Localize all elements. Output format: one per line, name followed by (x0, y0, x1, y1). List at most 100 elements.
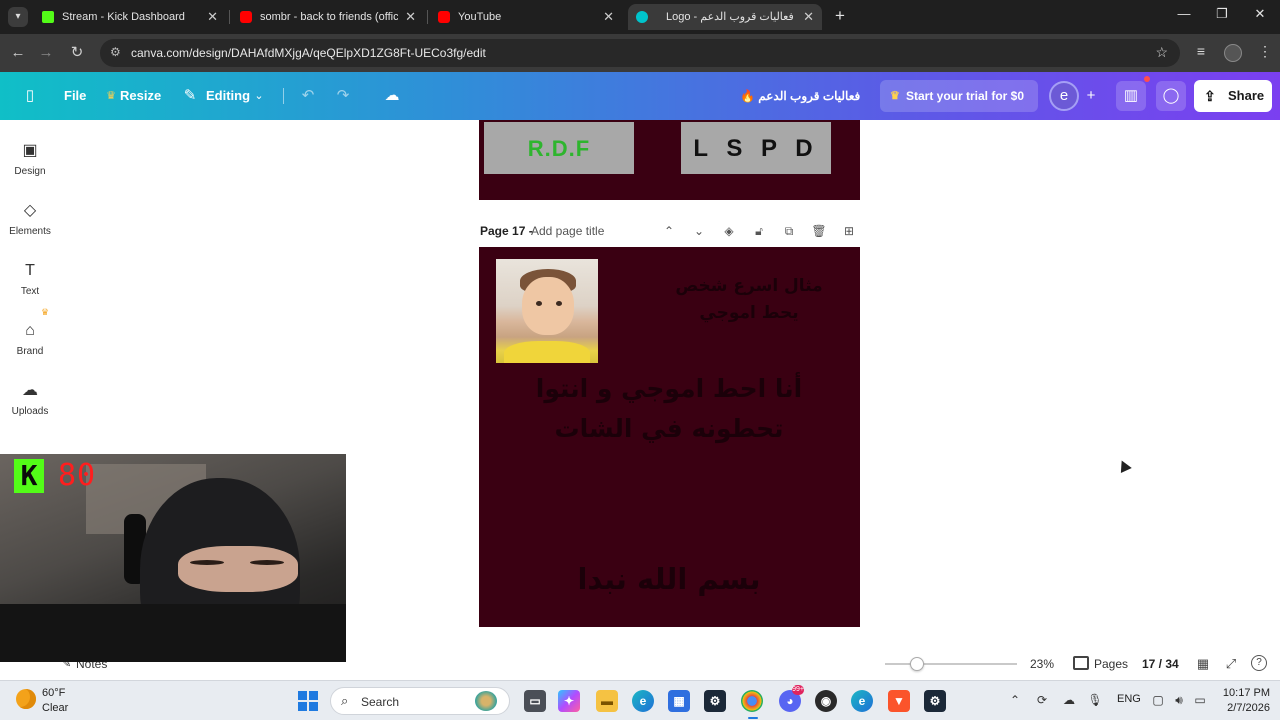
back-arrow-icon[interactable]: ← (8, 43, 28, 63)
page-17-canvas[interactable]: مثال اسرع شخص يحط اموجي أنا احط اموجي و … (479, 247, 860, 627)
tab-title: sombr - back to friends (official (260, 11, 398, 23)
microsoft-store-icon[interactable]: ▦ (668, 690, 690, 712)
volume-icon[interactable]: 🔊︎ (1170, 691, 1188, 709)
lock-icon[interactable]: 🔓︎ (751, 222, 767, 240)
photo-eye (556, 301, 562, 306)
clock-date[interactable]: 2/7/2026 (1216, 702, 1270, 714)
sidebar-item-uploads[interactable]: ☁ Uploads (0, 380, 60, 436)
edge-browser-icon[interactable]: e (632, 690, 654, 712)
user-avatar[interactable]: e (1049, 81, 1079, 111)
lspd-textbox[interactable]: L S P D (681, 122, 831, 174)
start-button[interactable] (298, 691, 318, 711)
duplicate-page-icon[interactable]: ⧉ (781, 222, 797, 240)
resize-button[interactable]: Resize (120, 72, 161, 120)
comment-icon[interactable]: ◯ (1156, 81, 1186, 111)
file-menu[interactable]: File (64, 72, 86, 120)
edge-secondary-icon[interactable]: e (851, 690, 873, 712)
onedrive-cloud-icon[interactable]: ☁ (1060, 691, 1078, 709)
close-window-button[interactable]: ✕ (1250, 6, 1270, 22)
sidebar-label: Elements (9, 226, 51, 237)
new-tab-button[interactable]: + (830, 6, 850, 26)
start-text[interactable]: بسم الله نبدا (519, 562, 819, 596)
taskbar-search[interactable]: ⌕ Search (330, 687, 510, 715)
minimize-button[interactable]: — (1174, 6, 1194, 21)
copilot-icon[interactable]: ✦ (558, 690, 580, 712)
tab-kick-dashboard[interactable]: Stream - Kick Dashboard ✕ (34, 4, 226, 30)
zoom-slider-handle[interactable] (910, 657, 924, 671)
sidebar-item-elements[interactable]: ◇ Elements (0, 200, 60, 256)
sidebar-label: Text (20, 286, 40, 297)
weather-description[interactable]: Clear (42, 702, 68, 714)
tab-close-icon[interactable]: ✕ (803, 4, 814, 30)
maximize-button[interactable]: ❐ (1212, 6, 1232, 22)
site-info-icon[interactable]: ⚙ (110, 45, 121, 59)
input-language[interactable]: ENG (1117, 693, 1141, 705)
forward-arrow-icon[interactable]: → (36, 43, 56, 63)
hide-page-icon[interactable]: ◈ (721, 222, 737, 240)
editing-mode-button[interactable]: Editing (206, 72, 250, 120)
notification-dot (1144, 76, 1150, 82)
obs-studio-icon[interactable]: ◉ (815, 690, 837, 712)
url-text: canva.com/design/DAHAfdMXjgA/qeQElpXD1ZG… (131, 46, 486, 60)
steam-icon[interactable]: ⚙ (704, 690, 726, 712)
delete-page-icon[interactable]: 🗑︎ (811, 222, 827, 240)
insights-chart-icon[interactable]: ▥ (1116, 81, 1146, 111)
steam-secondary-icon[interactable]: ⚙ (924, 690, 946, 712)
address-bar[interactable]: ⚙ canva.com/design/DAHAfdMXjgA/qeQElpXD1… (100, 39, 1180, 67)
sidebar-label: Uploads (11, 406, 49, 417)
sync-icon[interactable]: ⟳ (1033, 691, 1051, 709)
show-hidden-icons-chevron[interactable]: ⌃ (1006, 691, 1024, 709)
undo-icon[interactable]: ↶ (299, 87, 317, 105)
cloud-saved-icon[interactable]: ☁ (383, 87, 401, 105)
chevron-down-icon[interactable]: ⌄ (250, 87, 268, 105)
add-page-icon[interactable]: ⊞ (841, 222, 857, 240)
sidebar-toggle-icon[interactable]: ▯ (21, 87, 39, 105)
tab-close-icon[interactable]: ✕ (207, 4, 218, 30)
zoom-slider[interactable] (885, 663, 1017, 665)
zoom-level[interactable]: 23% (1030, 657, 1054, 671)
fullscreen-icon[interactable]: ⤢ (1222, 655, 1240, 673)
chrome-browser-icon[interactable] (741, 690, 763, 712)
task-view-icon[interactable]: ▭ (524, 690, 546, 712)
instruction-text[interactable]: أنا احط اموجي و انتوا تحطونه في الشات (519, 369, 819, 449)
battery-icon[interactable]: ▭ (1191, 691, 1209, 709)
microphone-icon[interactable]: 🎙︎ (1086, 691, 1104, 709)
sidebar-item-design[interactable]: ▣ Design (0, 140, 60, 196)
rdf-textbox[interactable]: R.D.F (484, 122, 634, 174)
bookmark-star-icon[interactable]: ☆ (1155, 44, 1168, 61)
tab-youtube-song[interactable]: sombr - back to friends (official ✕ (232, 4, 424, 30)
design-title[interactable]: فعاليات قروب الدعم 🔥 (740, 72, 860, 120)
page-header: Page 17 - Add page title ⌃ ⌄ ◈ 🔓︎ ⧉ 🗑︎ ⊞ (480, 222, 860, 242)
clock-time[interactable]: 10:17 PM (1216, 687, 1270, 699)
pages-button[interactable]: Pages (1094, 657, 1128, 671)
sidebar-item-brand[interactable]: ⌂ Brand (0, 320, 60, 376)
share-button[interactable]: ⇪ Share (1194, 80, 1272, 112)
add-page-title[interactable]: Add page title (531, 224, 604, 238)
file-explorer-icon[interactable]: ▬ (596, 690, 618, 712)
page-counter: 17 / 34 (1142, 657, 1179, 671)
tab-search-menu-button[interactable]: ▾ (8, 7, 28, 27)
reload-icon[interactable]: ↻ (67, 43, 87, 63)
tab-canva-logo[interactable]: Logo - فعاليات قروب الدعم 🔥 ✕ (628, 4, 822, 30)
tab-close-icon[interactable]: ✕ (603, 4, 614, 30)
chevron-up-icon[interactable]: ⌃ (661, 222, 677, 240)
example-text[interactable]: مثال اسرع شخص يحط اموجي (659, 273, 839, 327)
weather-temperature[interactable]: 60°F (42, 687, 65, 699)
chrome-menu-icon[interactable]: ⋮ (1255, 43, 1275, 60)
pencil-icon: ✎ (183, 87, 197, 104)
help-icon[interactable]: ? (1251, 655, 1267, 671)
grid-view-icon[interactable]: ▦ (1194, 655, 1212, 673)
start-trial-button[interactable]: ♛ Start your trial for $0 (880, 80, 1038, 112)
redo-icon[interactable]: ↷ (334, 87, 352, 105)
brave-browser-icon[interactable]: ▼ (888, 690, 910, 712)
add-collaborator-icon[interactable]: + (1082, 87, 1100, 105)
baby-photo[interactable] (496, 259, 598, 363)
sidebar-item-text[interactable]: T Text (0, 260, 60, 316)
media-controls-icon[interactable]: ≡ (1191, 43, 1211, 59)
tab-youtube[interactable]: YouTube ✕ (430, 4, 622, 30)
profile-avatar[interactable] (1224, 44, 1242, 62)
network-icon[interactable]: ▢ (1149, 691, 1167, 709)
tab-close-icon[interactable]: ✕ (405, 4, 416, 30)
chevron-down-icon[interactable]: ⌄ (691, 222, 707, 240)
weather-moon-icon[interactable] (16, 689, 36, 709)
